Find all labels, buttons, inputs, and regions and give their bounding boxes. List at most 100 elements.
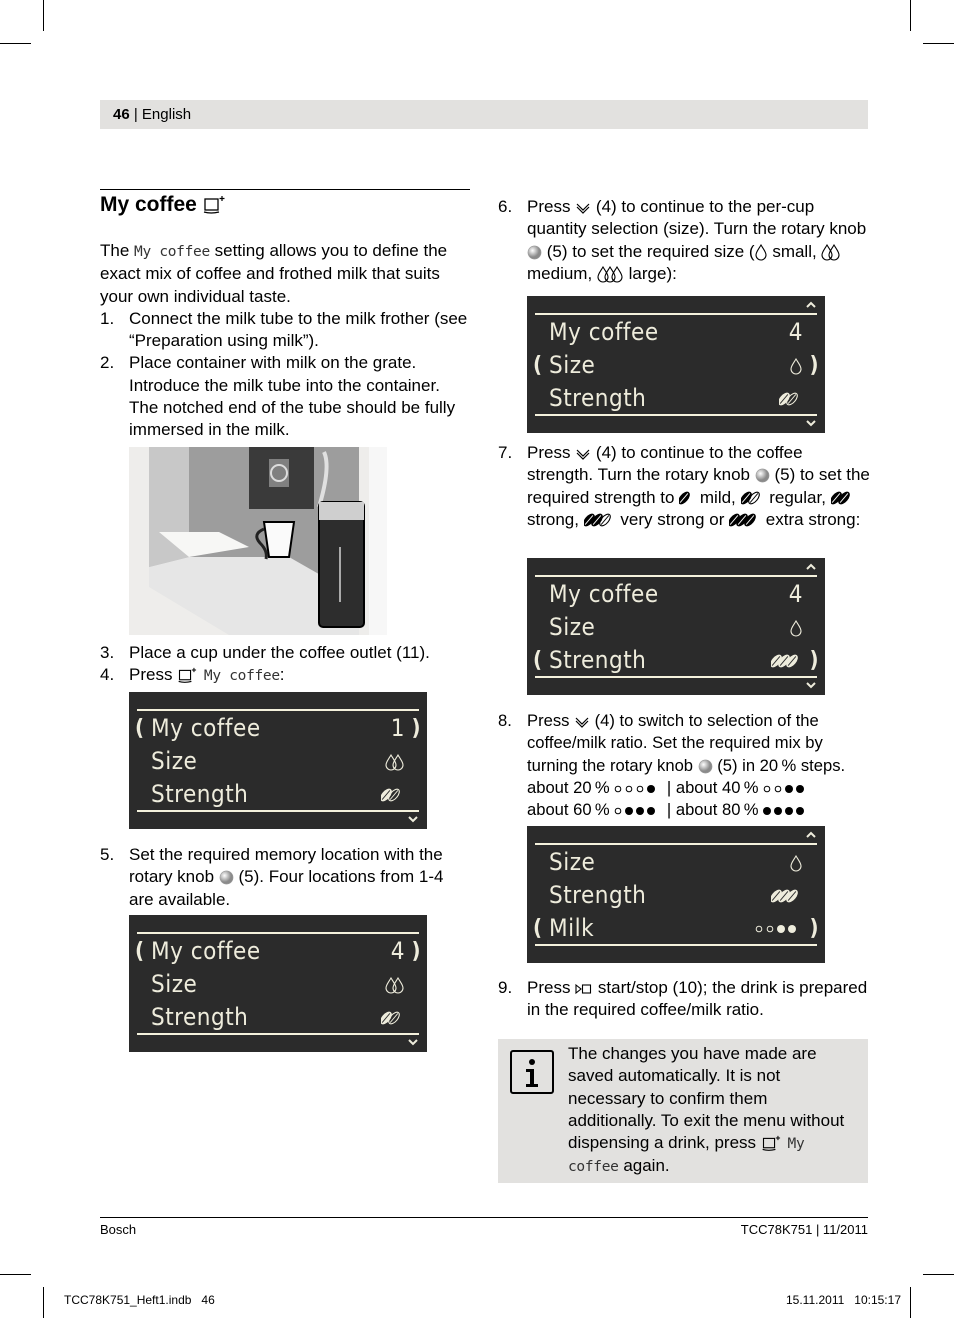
rotary-knob-icon	[219, 867, 234, 886]
scroll-down-icon	[805, 679, 817, 692]
lcd-display-memory-4: ( My coffee 4 ) Size Strength	[129, 915, 427, 1052]
lcd-row-label: Strength	[549, 384, 647, 412]
lcd-row: ( My coffee 1 )	[135, 712, 421, 744]
selection-bracket-right: )	[809, 647, 819, 673]
lcd-row: ( Size )	[533, 349, 819, 381]
lcd-row: My coffee 4	[533, 578, 819, 610]
step-8: 8. Press (4) to switch to selection of th…	[498, 711, 846, 820]
lcd-row-label: Strength	[549, 646, 647, 674]
size-small-icon	[755, 242, 768, 261]
cup-plus-icon	[178, 668, 197, 684]
info-icon	[510, 1050, 554, 1094]
step-4: 4. Press My coffee:	[100, 665, 285, 685]
selection-bracket-right: )	[411, 938, 421, 964]
lcd-row-label: Size	[549, 848, 596, 876]
selection-bracket-left: (	[533, 352, 543, 378]
size-small-icon	[790, 848, 803, 876]
lcd-row: Size	[533, 611, 819, 643]
step-7: 7. Press (4) to continue to the coffee st…	[498, 443, 870, 529]
section-rule	[100, 189, 470, 190]
scroll-down-icon	[407, 1036, 419, 1049]
strength-extra-strong-icon	[729, 510, 761, 529]
selection-bracket-left: (	[135, 938, 145, 964]
lcd-row-value: 4	[788, 580, 803, 608]
lcd-row-value: 1	[390, 714, 405, 742]
section-title: My coffee	[100, 193, 227, 217]
lcd-row-label: Size	[549, 613, 596, 641]
step-3: 3. Place a cup under the coffee outlet (1…	[100, 643, 430, 662]
lcd-row-value: 4	[390, 937, 405, 965]
size-small-icon	[790, 351, 803, 379]
lcd-divider	[535, 414, 817, 416]
lcd-row: Strength	[135, 1001, 421, 1033]
footer-brand: Bosch	[100, 1222, 137, 1237]
scroll-up-icon	[805, 829, 817, 842]
strength-extra-strong-icon	[771, 646, 803, 674]
step-6-block: 6. Press (4) to continue to the per-cup q…	[498, 196, 870, 285]
size-medium-icon	[385, 747, 405, 775]
intro-paragraph: The My coffee setting allows you to defi…	[100, 241, 448, 306]
coffee-machine-illustration	[129, 447, 387, 635]
lcd-row: Strength	[533, 382, 819, 414]
selection-bracket-right: )	[411, 715, 421, 741]
crop-mark	[923, 43, 954, 44]
strength-regular-icon	[381, 780, 405, 808]
milk-80-icon	[763, 800, 811, 819]
lcd-row-label: Strength	[151, 780, 249, 808]
size-small-icon	[790, 613, 803, 641]
info-text: The changes you have made are saved auto…	[568, 1044, 845, 1176]
lcd-divider	[137, 709, 419, 711]
lcd-row-label: My coffee	[151, 714, 261, 742]
lcd-row: Strength	[135, 778, 421, 810]
crop-mark	[43, 0, 44, 31]
cup-plus-icon	[762, 1136, 780, 1152]
left-column: The My coffee setting allows you to defi…	[100, 240, 472, 442]
strength-regular-icon	[740, 488, 765, 507]
size-medium-icon	[821, 242, 841, 261]
lcd-divider	[535, 575, 817, 577]
step-7-block: 7. Press (4) to continue to the coffee st…	[498, 442, 870, 531]
rotary-knob-icon	[698, 756, 713, 775]
crop-mark	[43, 1287, 44, 1318]
size-large-icon	[597, 264, 624, 283]
milk-40-icon	[755, 914, 803, 942]
lcd-row-label: My coffee	[151, 937, 261, 965]
lcd-row-label: Strength	[151, 1003, 249, 1031]
selection-bracket-left: (	[533, 915, 543, 941]
footer-model: TCC78K751 | 11/2011	[740, 1222, 868, 1237]
lcd-display-size: My coffee 4 ( Size ) Strength	[527, 296, 825, 433]
scroll-up-icon	[805, 299, 817, 312]
scroll-down-icon	[407, 813, 419, 826]
lcd-row: Size	[533, 846, 819, 878]
scroll-down-icon	[805, 417, 817, 430]
lcd-row: ( My coffee 4 )	[135, 935, 421, 967]
step-9-block: 9. Press start/stop (10); the drink is pr…	[498, 977, 870, 1022]
strength-extra-strong-icon	[771, 881, 803, 909]
page-header-bar	[100, 100, 868, 129]
lcd-row: My coffee 4	[533, 316, 819, 348]
lcd-divider	[137, 810, 419, 812]
rotary-knob-icon	[755, 465, 770, 484]
chevron-down-button-icon	[575, 197, 591, 216]
lcd-row: Size	[135, 745, 421, 777]
strength-very-strong-icon	[583, 510, 616, 529]
rotary-knob-icon	[527, 242, 542, 261]
scroll-up-icon	[805, 561, 817, 574]
lcd-divider	[137, 1033, 419, 1035]
strength-regular-icon	[779, 384, 803, 412]
selection-bracket-left: (	[533, 647, 543, 673]
step-2: 2. Place container with milk on the grate…	[100, 353, 456, 440]
header-language: English	[141, 106, 192, 123]
milk-60-icon	[614, 800, 662, 819]
strength-strong-icon	[830, 488, 855, 507]
lcd-display-memory-1: ( My coffee 1 ) Size Strength	[129, 692, 427, 829]
lcd-row: Size	[135, 968, 421, 1000]
slug-timestamp: 15.11.2011 10:15:17	[786, 1293, 901, 1307]
lcd-row-label: Size	[151, 970, 198, 998]
selection-bracket-right: )	[809, 915, 819, 941]
lcd-divider	[137, 932, 419, 934]
step-5-block: 5. Set the required memory location with …	[100, 844, 472, 911]
step-8-block: 8. Press (4) to switch to selection of th…	[498, 710, 870, 821]
crop-mark	[910, 0, 911, 31]
lcd-term: My coffee	[134, 244, 210, 260]
